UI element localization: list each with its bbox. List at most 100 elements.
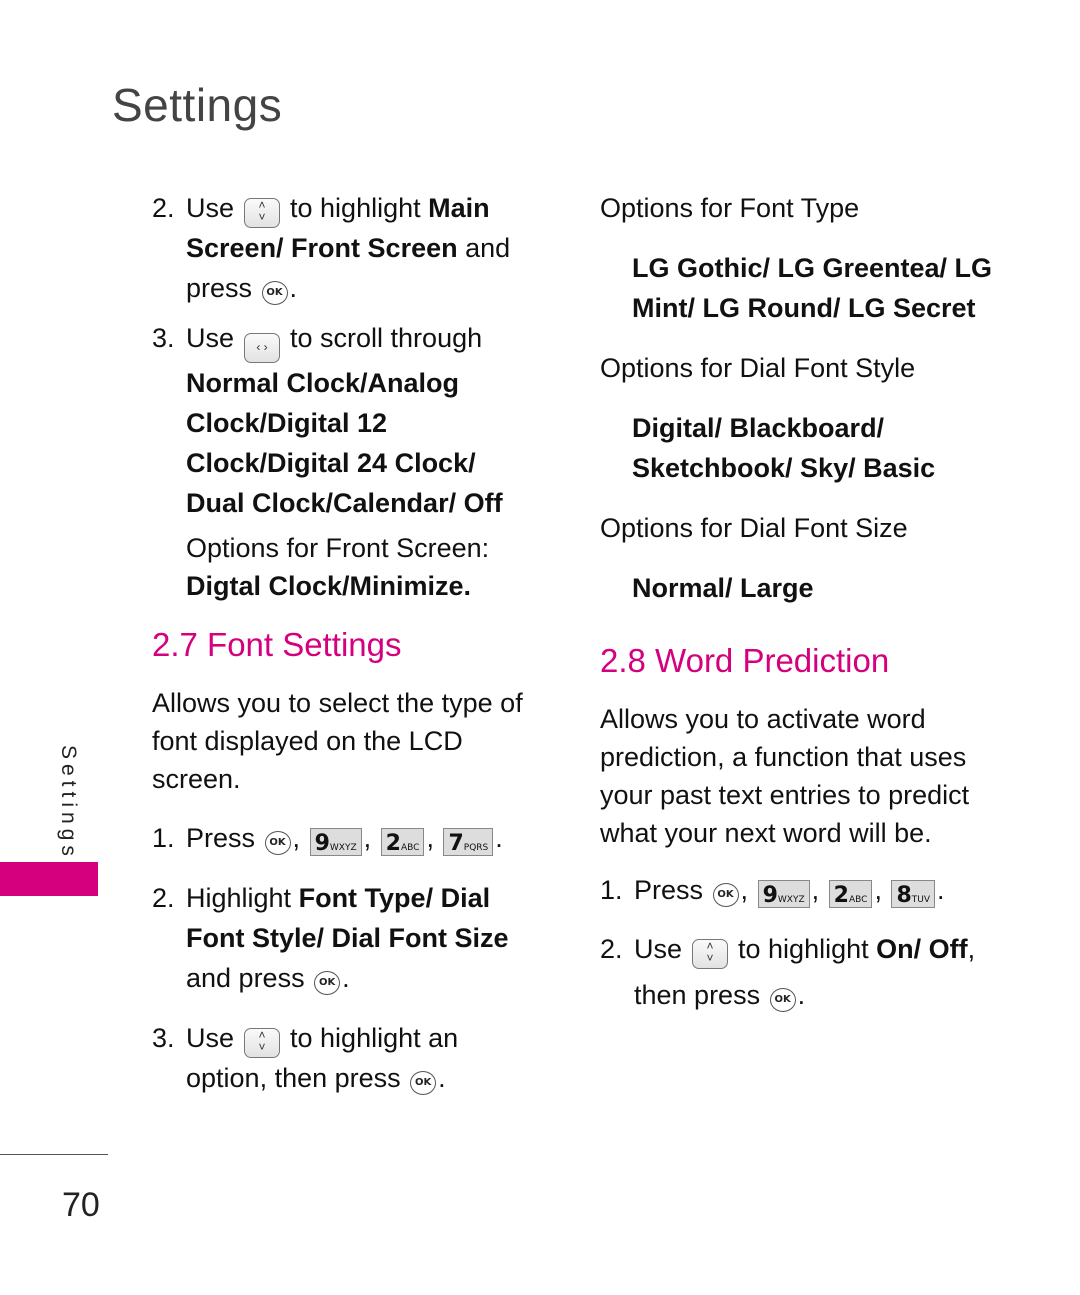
option-text: Clock/Digital 12 bbox=[186, 408, 388, 438]
nav-left-right-key-icon: ‹ › bbox=[244, 333, 281, 363]
text: prediction, a function that uses bbox=[600, 742, 967, 772]
nav-up-down-key-icon: ˄ ˅ bbox=[244, 1028, 281, 1058]
text: , bbox=[426, 823, 434, 853]
text: to highlight an bbox=[290, 1023, 459, 1053]
text: , bbox=[740, 875, 749, 905]
text: . bbox=[937, 875, 945, 905]
text: Use bbox=[186, 193, 235, 223]
text: your past text entries to predict bbox=[600, 780, 970, 810]
key-9-icon: 9WXYZ bbox=[757, 880, 810, 908]
text: Press bbox=[634, 875, 704, 905]
text: screen. bbox=[152, 764, 241, 794]
text: Allows you to activate word bbox=[600, 704, 926, 734]
option-text: Font Type/ Dial bbox=[298, 883, 491, 913]
option-text: Normal Clock/Analog bbox=[186, 368, 460, 398]
dial-size-options: Normal/ Large bbox=[632, 573, 814, 603]
text: what your next word will be. bbox=[600, 818, 932, 848]
ok-key-icon: OK bbox=[410, 1071, 437, 1095]
section-heading-word-prediction: 2.8 Word Prediction bbox=[600, 642, 890, 679]
text: then press bbox=[634, 980, 761, 1010]
key-9-icon: 9WXYZ bbox=[309, 828, 362, 856]
step-number: 1. bbox=[152, 823, 175, 853]
text: , bbox=[363, 823, 372, 853]
text: Allows you to select the type of bbox=[152, 688, 523, 718]
text: and press bbox=[186, 963, 305, 993]
step-1-press-keys: 1. Press OK, 9WXYZ, 2ABC, 7PQRS. bbox=[152, 818, 552, 858]
ok-key-icon: OK bbox=[261, 281, 288, 305]
sidebar-accent-tab bbox=[0, 862, 98, 896]
nav-up-down-key-icon: ˄ ˅ bbox=[692, 939, 729, 969]
text: and bbox=[457, 233, 511, 263]
step-2-highlight: 2. Highlight Font Type/ Dial Font Style/… bbox=[152, 878, 552, 998]
option-text: LG Gothic/ LG Greentea/ LG bbox=[632, 253, 993, 283]
section-heading-font-settings: 2.7 Font Settings bbox=[152, 626, 402, 663]
page-number: 70 bbox=[62, 1186, 100, 1224]
text: Press bbox=[186, 823, 256, 853]
option-text: Dual Clock/Calendar/ Off bbox=[186, 488, 503, 518]
step-2-main-screen: 2. Use ˄ ˅ to highlight Main Screen/ Front … bbox=[152, 188, 542, 308]
nav-up-down-key-icon: ˄ ˅ bbox=[244, 198, 281, 228]
text: Use bbox=[186, 323, 235, 353]
step-number: 2. bbox=[600, 934, 623, 964]
option-text: Sketchbook/ Sky/ Basic bbox=[632, 453, 936, 483]
option-text: Digital/ Blackboard/ bbox=[632, 413, 885, 443]
step-2-highlight-on-off: 2. Use ˄ ˅ to highlight On/ Off, then press… bbox=[600, 926, 1040, 1018]
step-number: 2. bbox=[152, 883, 175, 913]
option-text: Main bbox=[428, 193, 490, 223]
text: , bbox=[292, 823, 301, 853]
word-prediction-steps: 1. Press OK, 9WXYZ, 2ABC, 8TUV. 2. Use ˄ ˅… bbox=[600, 870, 1040, 1018]
step-number: 1. bbox=[600, 875, 623, 905]
text: to highlight bbox=[738, 934, 869, 964]
front-screen-label: Options for Front Screen: bbox=[186, 533, 490, 563]
text: Use bbox=[634, 934, 683, 964]
font-type-options: LG Gothic/ LG Greentea/ LG Mint/ LG Roun… bbox=[632, 248, 1020, 328]
font-settings-steps: 1. Press OK, 9WXYZ, 2ABC, 7PQRS. 2. High… bbox=[152, 818, 552, 1098]
text: . bbox=[797, 980, 806, 1010]
step-3-select-option: 3. Use ˄ ˅ to highlight an option, then pre… bbox=[152, 1018, 552, 1098]
step-1-press-keys: 1. Press OK, 9WXYZ, 2ABC, 8TUV. bbox=[600, 870, 1040, 910]
text: , bbox=[874, 875, 882, 905]
key-2-icon: 2ABC bbox=[380, 828, 425, 856]
text: . bbox=[342, 963, 350, 993]
step-number: 3. bbox=[152, 323, 175, 353]
text: , bbox=[811, 875, 820, 905]
text: , bbox=[967, 934, 976, 964]
right-column: Options for Font Type LG Gothic/ LG Gree… bbox=[600, 188, 1020, 608]
page-title: Settings bbox=[112, 79, 283, 131]
ok-key-icon: OK bbox=[264, 831, 291, 855]
text: . bbox=[289, 273, 298, 303]
ok-key-icon: OK bbox=[769, 988, 796, 1012]
dial-size-label: Options for Dial Font Size bbox=[600, 513, 908, 543]
key-2-icon: 2ABC bbox=[828, 880, 873, 908]
ok-key-icon: OK bbox=[712, 883, 739, 907]
option-text: Mint/ LG Round/ LG Secret bbox=[632, 293, 976, 323]
option-text: Screen/ Front Screen bbox=[186, 233, 458, 263]
text: . bbox=[438, 1063, 446, 1093]
option-text: On/ Off bbox=[876, 934, 968, 964]
text: font displayed on the LCD bbox=[152, 726, 463, 756]
footer-divider bbox=[0, 1154, 108, 1155]
word-prediction-description: Allows you to activate word prediction, … bbox=[600, 700, 1040, 852]
dial-style-options: Digital/ Blackboard/ Sketchbook/ Sky/ Ba… bbox=[632, 408, 1020, 488]
font-type-label: Options for Font Type bbox=[600, 193, 860, 223]
step-number: 3. bbox=[152, 1023, 175, 1053]
text: press bbox=[186, 273, 253, 303]
text: option, then press bbox=[186, 1063, 401, 1093]
option-text: Font Style/ Dial Font Size bbox=[186, 923, 509, 953]
sidebar-section-label: Settings bbox=[57, 745, 80, 861]
key-8-icon: 8TUV bbox=[891, 880, 936, 908]
text: to scroll through bbox=[290, 323, 483, 353]
step-number: 2. bbox=[152, 193, 175, 223]
key-7-icon: 7PQRS bbox=[443, 828, 494, 856]
ok-key-icon: OK bbox=[314, 971, 341, 995]
option-text: Clock/Digital 24 Clock/ bbox=[186, 448, 476, 478]
text: Use bbox=[186, 1023, 235, 1053]
front-screen-options: Digtal Clock/Minimize. bbox=[186, 571, 472, 601]
text: . bbox=[495, 823, 503, 853]
dial-style-label: Options for Dial Font Style bbox=[600, 353, 916, 383]
left-column: 2. Use ˄ ˅ to highlight Main Screen/ Front … bbox=[152, 188, 542, 605]
font-settings-description: Allows you to select the type of font di… bbox=[152, 684, 552, 798]
step-3-scroll: 3. Use ‹ › to scroll through Normal Clock/… bbox=[152, 318, 542, 605]
text: to highlight bbox=[290, 193, 421, 223]
text: Highlight bbox=[186, 883, 292, 913]
